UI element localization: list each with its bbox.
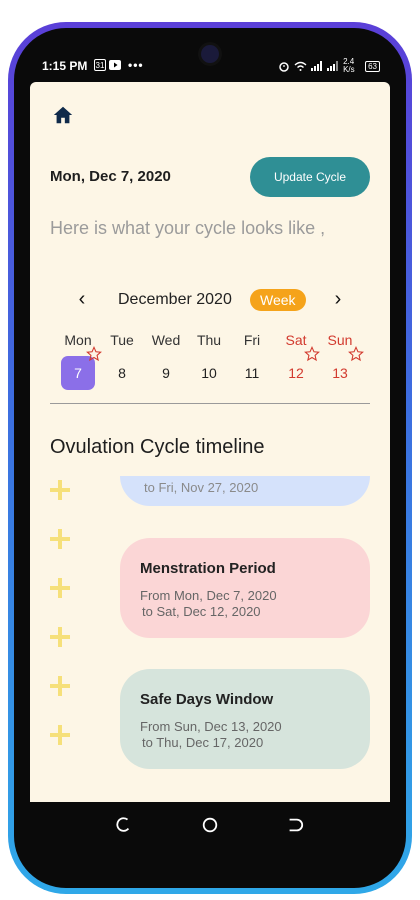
- battery-icon: 63: [365, 60, 380, 72]
- day-tue[interactable]: Tue 8: [102, 332, 142, 390]
- star-icon: [348, 346, 364, 362]
- calendar-icon: 31: [94, 59, 106, 71]
- timeline-card-menstruation[interactable]: Menstration Period From Mon, Dec 7, 2020…: [120, 538, 370, 638]
- star-icon: [304, 346, 320, 362]
- chevron-left-icon[interactable]: ‹: [70, 287, 94, 313]
- signal-icon: [311, 61, 323, 71]
- plus-icon: [50, 676, 70, 696]
- net-speed: 2.4 K/s: [343, 57, 355, 74]
- timeline-card-safe-days[interactable]: Safe Days Window From Sun, Dec 13, 2020 …: [120, 669, 370, 769]
- recent-apps-icon[interactable]: [114, 816, 132, 834]
- calendar-month: December 2020: [118, 291, 232, 308]
- day-sat[interactable]: Sat 12: [276, 332, 320, 390]
- week-view-toggle[interactable]: Week: [250, 289, 306, 311]
- day-date: 10: [201, 365, 217, 381]
- card-from-date: From Mon, Dec 7, 2020: [140, 588, 277, 603]
- more-notifications-icon: •••: [128, 58, 144, 72]
- back-icon[interactable]: [286, 816, 304, 834]
- page-subtitle: Here is what your cycle looks like ,: [50, 218, 326, 238]
- day-fri[interactable]: Fri 11: [232, 332, 272, 390]
- timeline-list[interactable]: to Fri, Nov 27, 2020 Menstration Period …: [30, 476, 390, 802]
- day-name: Wed: [151, 332, 181, 348]
- card-title: Safe Days Window: [140, 691, 274, 708]
- plus-icon: [50, 725, 70, 745]
- card-from-date: From Sun, Dec 13, 2020: [140, 719, 282, 734]
- home-button-icon[interactable]: [201, 816, 219, 834]
- youtube-icon: [109, 60, 121, 70]
- plus-icon: [50, 480, 70, 500]
- status-bar: 1:15 PM 31 ••• 2.4 K/s 63: [30, 52, 390, 80]
- star-icon: [86, 346, 102, 362]
- calendar-header: ‹ December 2020 Week ›: [30, 287, 390, 313]
- plus-icon: [50, 578, 70, 598]
- wifi-icon: [294, 61, 307, 71]
- card-title: Menstration Period: [140, 560, 276, 577]
- day-name: Fri: [243, 332, 261, 348]
- day-sun[interactable]: Sun 13: [320, 332, 364, 390]
- update-cycle-button[interactable]: Update Cycle: [250, 157, 370, 197]
- day-date: 8: [118, 365, 126, 381]
- day-date: 11: [244, 365, 260, 381]
- alarm-icon: [279, 62, 289, 72]
- timeline-card-previous[interactable]: to Fri, Nov 27, 2020: [120, 476, 370, 506]
- android-nav-bar: [30, 802, 390, 852]
- app-screen: Mon, Dec 7, 2020 Update Cycle Here is wh…: [30, 82, 390, 802]
- day-date: 9: [162, 365, 170, 381]
- day-name: Thu: [196, 332, 222, 348]
- card-to-date: to Sat, Dec 12, 2020: [142, 604, 261, 619]
- status-right-icons: 2.4 K/s 63: [278, 58, 380, 74]
- status-time: 1:15 PM: [42, 59, 88, 73]
- plus-icon: [50, 627, 70, 647]
- timeline-title: Ovulation Cycle timeline: [50, 436, 265, 458]
- day-name: Tue: [110, 332, 134, 348]
- home-icon[interactable]: [52, 104, 74, 126]
- plus-icon: [50, 529, 70, 549]
- day-wed[interactable]: Wed 9: [146, 332, 186, 390]
- current-date: Mon, Dec 7, 2020: [50, 168, 171, 185]
- card-date-range: to Fri, Nov 27, 2020: [144, 480, 259, 495]
- signal-icon-2: [327, 61, 339, 71]
- card-to-date: to Thu, Dec 17, 2020: [142, 735, 264, 750]
- day-thu[interactable]: Thu 10: [189, 332, 229, 390]
- status-left-icons: 31 •••: [94, 58, 144, 72]
- day-mon[interactable]: Mon 7: [58, 332, 102, 390]
- divider: [50, 403, 370, 404]
- chevron-right-icon[interactable]: ›: [326, 287, 350, 313]
